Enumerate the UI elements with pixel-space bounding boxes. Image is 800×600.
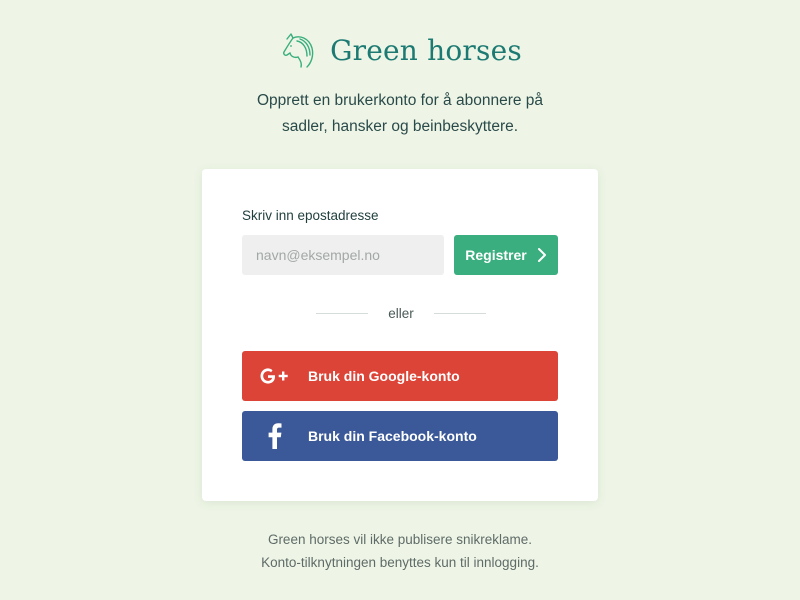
privacy-note-line-2: Konto-tilknytningen benyttes kun til inn… <box>261 555 539 570</box>
signup-card: Skriv inn epostadresse Registrer eller B… <box>202 169 598 501</box>
intro-line-1: Opprett en brukerkonto for å abonnere på <box>256 92 544 109</box>
intro-line-2: sadler, hansker og beinbeskyttere. <box>281 118 519 135</box>
or-divider: eller <box>316 303 486 323</box>
horse-head-icon <box>283 33 314 68</box>
divider-text: eller <box>388 305 414 321</box>
privacy-note: Green horses vil ikke publisere snikrekl… <box>0 528 800 574</box>
privacy-note-line-1: Green horses vil ikke publisere snikrekl… <box>267 532 533 547</box>
email-field[interactable] <box>242 235 444 275</box>
brand-header: Green horses <box>0 28 800 72</box>
chevron-right-icon <box>537 248 546 262</box>
divider-line-right <box>433 312 486 314</box>
google-plus-icon <box>242 351 308 401</box>
register-button-label: Registrer <box>465 247 527 263</box>
google-login-button[interactable]: Bruk din Google-konto <box>242 351 558 401</box>
register-button[interactable]: Registrer <box>454 235 558 275</box>
facebook-icon <box>242 411 308 461</box>
facebook-login-button[interactable]: Bruk din Facebook-konto <box>242 411 558 461</box>
divider-line-left <box>316 312 368 314</box>
facebook-login-label: Bruk din Facebook-konto <box>308 428 477 444</box>
intro-text: Opprett en brukerkonto for å abonnere på… <box>200 88 600 140</box>
google-login-label: Bruk din Google-konto <box>308 368 460 384</box>
brand-title: Green horses <box>330 33 522 67</box>
email-label: Skriv inn epostadresse <box>242 208 379 223</box>
